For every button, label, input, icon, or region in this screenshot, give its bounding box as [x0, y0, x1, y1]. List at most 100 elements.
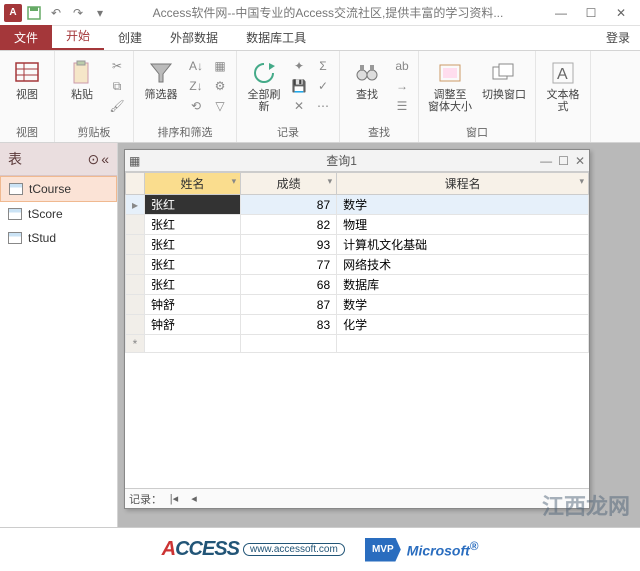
datasheet-grid[interactable]: 姓名▾ 成绩▾ 课程名▾ ▸张红87数学 张红82物理 张红93计算机文化基础 … — [125, 172, 589, 488]
table-icon — [8, 232, 22, 244]
nav-item-label: tCourse — [29, 182, 71, 196]
navpane-title: 表 — [8, 149, 22, 169]
query-window: ▦ 查询1 — ☐ ✕ 姓名▾ 成绩▾ 课程名▾ — [124, 149, 590, 509]
view-button[interactable]: 视图 — [6, 55, 48, 101]
selection-filter-icon[interactable]: ▦ — [210, 57, 230, 75]
chevron-down-icon[interactable]: ▾ — [232, 176, 237, 187]
minimize-button[interactable]: — — [546, 2, 576, 24]
close-button[interactable]: ✕ — [606, 2, 636, 24]
tab-file[interactable]: 文件 — [0, 25, 52, 50]
switch-window-button[interactable]: 切换窗口 — [479, 55, 529, 101]
group-text-format: A 文本格式 — [536, 51, 591, 142]
text-format-button[interactable]: A 文本格式 — [542, 55, 584, 113]
table-row: 张红68数据库 — [126, 275, 589, 295]
new-record-icon[interactable]: ✦ — [289, 57, 309, 75]
totals-icon[interactable]: Σ — [313, 57, 333, 75]
redo-icon[interactable]: ↷ — [68, 3, 88, 23]
group-label-find: 查找 — [346, 123, 412, 140]
sort-desc-icon[interactable]: Z↓ — [186, 77, 206, 95]
nav-item-label: tStud — [28, 231, 56, 245]
nav-item-tscore[interactable]: tScore — [0, 202, 117, 226]
nav-item-tstud[interactable]: tStud — [0, 226, 117, 250]
switch-window-icon — [490, 59, 518, 87]
navpane-header[interactable]: 表 ⊙ « — [0, 143, 117, 176]
undo-icon[interactable]: ↶ — [46, 3, 66, 23]
col-course: 课程名▾ — [337, 173, 589, 195]
cut-icon[interactable]: ✂ — [107, 57, 127, 75]
query-icon: ▦ — [129, 154, 143, 168]
record-navigator: 记录： |◂ ◂ — [125, 488, 589, 508]
content-area: 表 ⊙ « tCourse tScore tStud ▦ 查询1 — — [0, 143, 640, 527]
save-record-icon[interactable]: 💾 — [289, 77, 309, 95]
datasheet-view-icon — [13, 59, 41, 87]
group-label-records: 记录 — [243, 123, 333, 140]
subwin-minimize-icon[interactable]: — — [540, 154, 552, 168]
table-row: 钟舒83化学 — [126, 315, 589, 335]
size-to-fit-icon — [436, 59, 464, 87]
new-row: * — [126, 335, 589, 353]
subwin-maximize-icon[interactable]: ☐ — [558, 154, 569, 168]
remove-sort-icon[interactable]: ⟲ — [186, 97, 206, 115]
table-row: 张红77网络技术 — [126, 255, 589, 275]
advanced-filter-icon[interactable]: ⚙ — [210, 77, 230, 95]
navpane-collapse-icon[interactable]: « — [101, 151, 109, 167]
text-a-icon: A — [549, 59, 577, 87]
tab-create[interactable]: 创建 — [104, 25, 156, 50]
group-window: 调整至 窗体大小 切换窗口 窗口 — [419, 51, 536, 142]
select-icon[interactable]: ☰ — [392, 97, 412, 115]
group-find: 查找 ab → ☰ 查找 — [340, 51, 419, 142]
group-label-window: 窗口 — [425, 123, 529, 140]
paste-icon — [68, 59, 96, 87]
tab-database-tools[interactable]: 数据库工具 — [232, 25, 320, 50]
find-button[interactable]: 查找 — [346, 55, 388, 101]
prev-record-button[interactable]: ◂ — [186, 492, 202, 505]
group-label-clipboard: 剪贴板 — [61, 123, 127, 140]
query-window-titlebar[interactable]: ▦ 查询1 — ☐ ✕ — [125, 150, 589, 172]
group-sort-filter: 筛选器 A↓ Z↓ ⟲ ▦ ⚙ ▽ 排序和筛选 — [134, 51, 237, 142]
refresh-all-button[interactable]: 全部刷新 — [243, 55, 285, 113]
subwin-close-icon[interactable]: ✕ — [575, 154, 585, 168]
save-icon[interactable] — [24, 3, 44, 23]
accesssoft-logo: ACCESS www.accessoft.com — [162, 538, 345, 561]
table-row: 张红82物理 — [126, 215, 589, 235]
delete-record-icon[interactable]: ✕ — [289, 97, 309, 115]
navigation-pane: 表 ⊙ « tCourse tScore tStud — [0, 143, 118, 527]
footer-logos: ACCESS www.accessoft.com MVP Microsoft® — [0, 527, 640, 571]
copy-icon[interactable]: ⧉ — [107, 77, 127, 95]
login-link[interactable]: 登录 — [596, 25, 640, 50]
paste-button[interactable]: 粘贴 — [61, 55, 103, 101]
more-records-icon[interactable]: ⋯ — [313, 97, 333, 115]
maximize-button[interactable]: ☐ — [576, 2, 606, 24]
first-record-button[interactable]: |◂ — [166, 492, 182, 505]
nav-item-label: tScore — [28, 207, 63, 221]
chevron-down-icon[interactable]: ▾ — [328, 176, 333, 187]
filter-button[interactable]: 筛选器 — [140, 55, 182, 101]
group-view: 视图 视图 — [0, 51, 55, 142]
quick-access-toolbar: A ↶ ↷ ▾ — [4, 3, 110, 23]
toggle-filter-icon[interactable]: ▽ — [210, 97, 230, 115]
mvp-logo: MVP Microsoft® — [365, 538, 479, 562]
window-controls: — ☐ ✕ — [546, 2, 636, 24]
size-to-fit-button[interactable]: 调整至 窗体大小 — [425, 55, 475, 113]
document-area: ▦ 查询1 — ☐ ✕ 姓名▾ 成绩▾ 课程名▾ — [118, 143, 640, 527]
nav-item-tcourse[interactable]: tCourse — [0, 176, 117, 202]
ribbon: 视图 视图 粘贴 ✂ ⧉ 🖌 剪贴板 筛选器 A↓ Z — [0, 51, 640, 143]
chevron-down-icon[interactable]: ▾ — [579, 176, 584, 187]
group-label-view: 视图 — [6, 123, 48, 140]
qat-dropdown-icon[interactable]: ▾ — [90, 3, 110, 23]
group-clipboard: 粘贴 ✂ ⧉ 🖌 剪贴板 — [55, 51, 134, 142]
tab-external-data[interactable]: 外部数据 — [156, 25, 232, 50]
col-name: 姓名▾ — [145, 173, 241, 195]
funnel-icon — [147, 59, 175, 87]
table-icon — [8, 208, 22, 220]
window-title: Access软件网--中国专业的Access交流社区,提供丰富的学习资料... — [110, 4, 546, 21]
replace-icon[interactable]: ab — [392, 57, 412, 75]
access-logo-icon: A — [4, 4, 22, 22]
goto-icon[interactable]: → — [392, 77, 412, 95]
format-painter-icon[interactable]: 🖌 — [107, 97, 127, 115]
group-label-textfmt — [542, 127, 584, 140]
navpane-dropdown-icon[interactable]: ⊙ — [87, 151, 99, 168]
spelling-icon[interactable]: ✓ — [313, 77, 333, 95]
tab-home[interactable]: 开始 — [52, 23, 104, 50]
sort-asc-icon[interactable]: A↓ — [186, 57, 206, 75]
